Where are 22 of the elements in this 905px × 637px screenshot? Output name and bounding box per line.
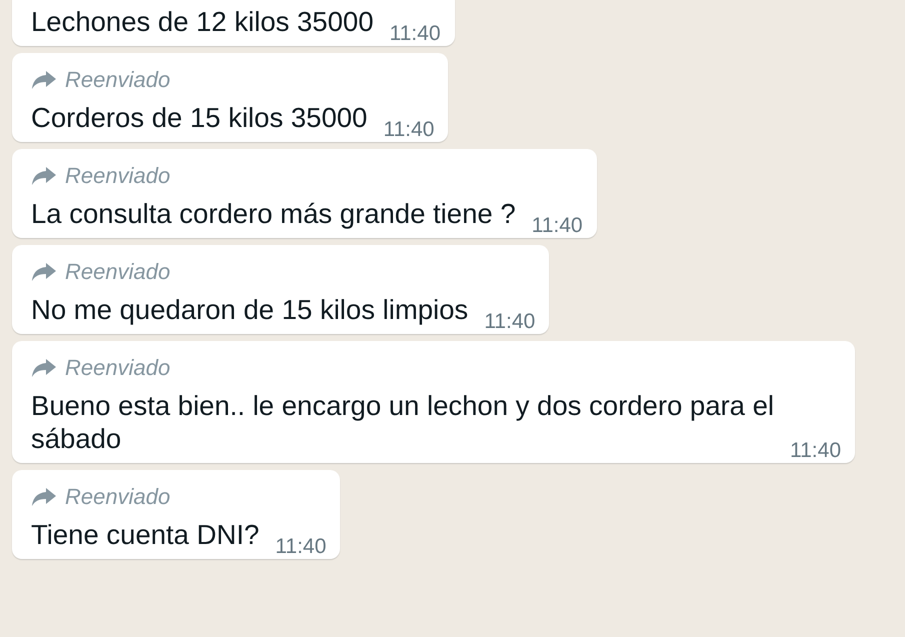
forwarded-label: Reenviado xyxy=(65,67,170,93)
forwarded-label: Reenviado xyxy=(65,484,170,510)
message-time: 11:40 xyxy=(388,23,440,44)
forward-icon xyxy=(31,262,57,282)
message-text: Lechones de 12 kilos 35000 xyxy=(31,5,374,38)
message-text: La consulta cordero más grande tiene ? xyxy=(31,197,516,230)
message-text: No me quedaron de 15 kilos limpios xyxy=(31,293,468,326)
message-time: 11:40 xyxy=(382,119,434,140)
message-text: Corderos de 15 kilos 35000 xyxy=(31,101,368,134)
forwarded-label: Reenviado xyxy=(65,355,170,381)
message-time: 11:40 xyxy=(789,440,841,461)
forward-icon xyxy=(31,487,57,507)
forward-icon xyxy=(31,358,57,378)
message-text: Bueno esta bien.. le encargo un lechon y dos cordero para el sábado xyxy=(31,389,774,455)
forward-icon xyxy=(31,70,57,90)
message-time: 11:40 xyxy=(274,536,326,557)
forwarded-label: Reenviado xyxy=(65,163,170,189)
message-time: 11:40 xyxy=(483,311,536,332)
forwarded-label: Reenviado xyxy=(65,259,170,285)
message-text: Tiene cuenta DNI? xyxy=(31,518,260,551)
forward-icon xyxy=(31,166,57,186)
message-time: 11:40 xyxy=(530,215,583,236)
